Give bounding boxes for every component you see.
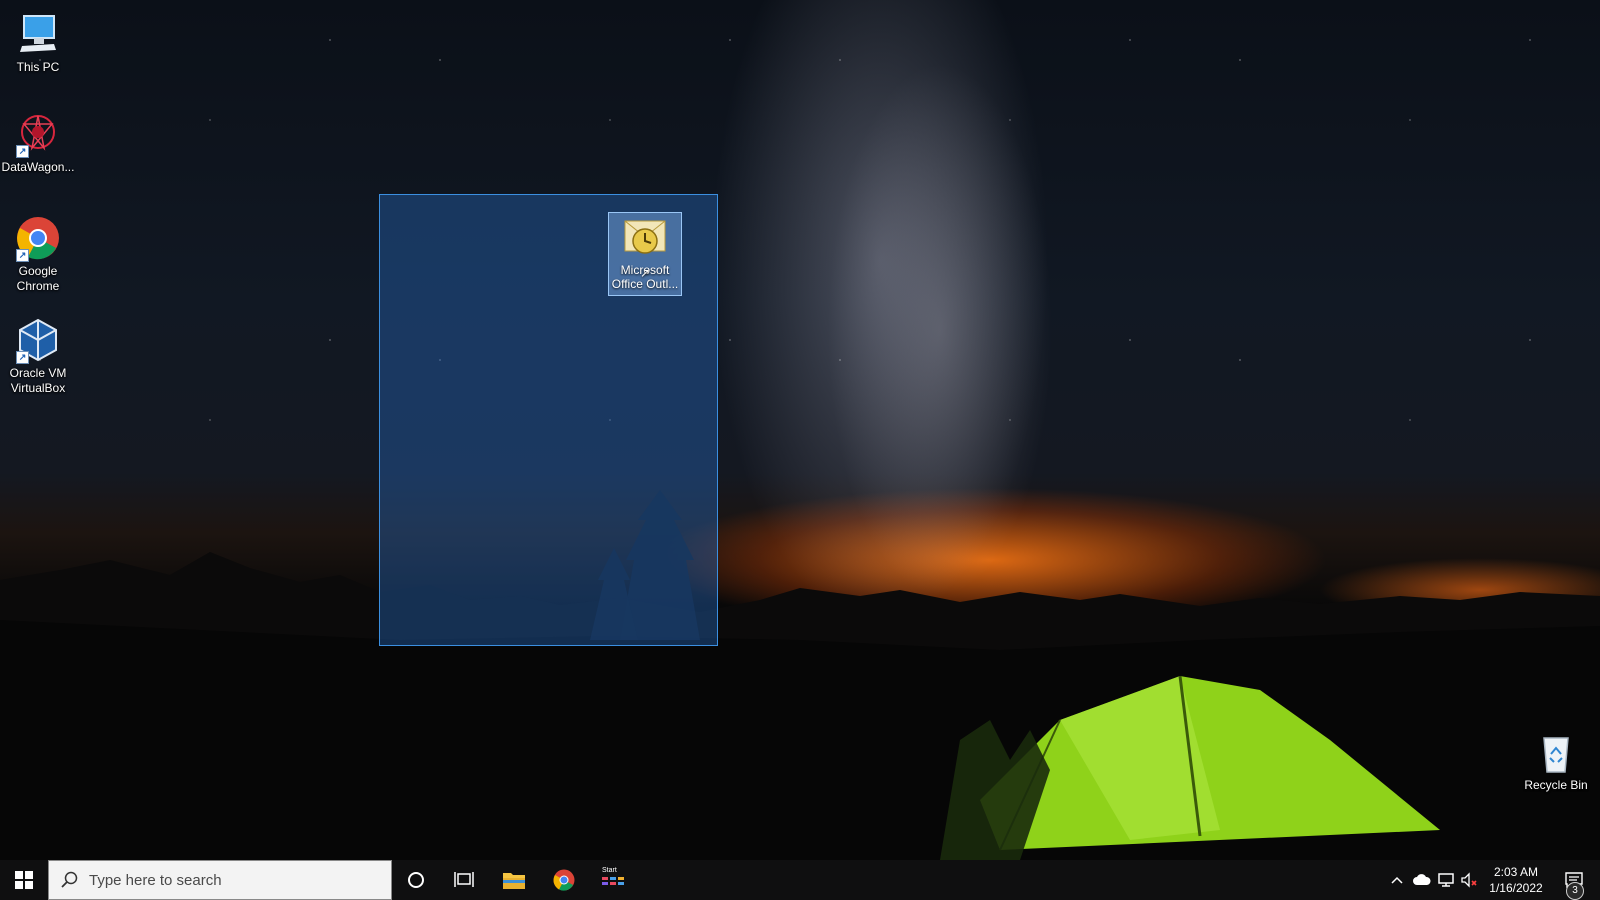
desktop-icon-recycle-bin[interactable]: Recycle Bin — [1518, 728, 1594, 793]
desktop-icon-google-chrome[interactable]: ↗ Google Chrome — [0, 214, 76, 294]
desktop-icon-label: Recycle Bin — [1524, 778, 1588, 792]
file-explorer-icon — [503, 873, 525, 889]
start-app-icon: Start — [602, 867, 626, 891]
virtualbox-icon: ↗ — [14, 316, 62, 364]
notification-count-badge: 3 — [1566, 882, 1584, 900]
shortcut-arrow-icon: ↗ — [16, 145, 29, 158]
datawagon-logo-icon: ↗ — [14, 110, 62, 158]
cortana-button[interactable] — [392, 860, 440, 900]
outlook-icon: ↗ — [621, 215, 669, 280]
recycle-bin-icon — [1532, 728, 1580, 776]
onedrive-cloud-icon — [1413, 874, 1431, 885]
onedrive-tray-button[interactable] — [1410, 860, 1434, 900]
task-view-button[interactable] — [440, 860, 488, 900]
shortcut-arrow-icon: ↗ — [16, 351, 29, 364]
start-app-taskbar-button[interactable]: Start — [590, 860, 638, 900]
desktop-icon-outlook[interactable]: ↗ Microsoft Office Outl... — [608, 212, 682, 296]
desktop-icon-label: This PC — [16, 60, 60, 74]
clock-time: 2:03 AM — [1493, 865, 1539, 879]
network-tray-button[interactable] — [1434, 860, 1458, 900]
chevron-up-icon — [1391, 876, 1403, 884]
desktop-icon-virtualbox[interactable]: ↗ Oracle VM VirtualBox — [0, 316, 76, 396]
search-icon — [61, 871, 78, 888]
chrome-taskbar-button[interactable] — [540, 860, 588, 900]
cortana-icon — [408, 872, 424, 888]
landscape-silhouette — [0, 490, 1600, 860]
clock-date: 1/16/2022 — [1489, 881, 1543, 895]
desktop-icon-label: DataWagon... — [1, 160, 75, 174]
desktop-icon-label: Google Chrome — [16, 264, 60, 293]
network-icon — [1438, 873, 1454, 887]
start-button[interactable] — [0, 860, 48, 900]
monitor-icon — [14, 10, 62, 58]
desktop-icon-label: Oracle VM VirtualBox — [9, 366, 67, 395]
show-hidden-icons-button[interactable] — [1386, 860, 1408, 900]
task-view-icon — [454, 872, 474, 887]
taskbar-search-box[interactable]: Type here to search — [48, 860, 392, 900]
desktop-icon-datawagon[interactable]: ↗ DataWagon... — [0, 110, 76, 175]
chrome-icon — [553, 869, 575, 891]
taskbar-clock[interactable]: 2:03 AM 1/16/2022 — [1476, 864, 1556, 896]
start-icon — [15, 871, 33, 889]
file-explorer-button[interactable] — [490, 860, 538, 900]
desktop-icon-this-pc[interactable]: This PC — [0, 10, 76, 75]
chrome-icon: ↗ — [14, 214, 62, 262]
taskbar: Type here to search Start 2:03 AM 1/16/2… — [0, 860, 1600, 900]
search-placeholder: Type here to search — [89, 871, 222, 889]
shortcut-arrow-icon: ↗ — [16, 249, 29, 262]
desktop-background[interactable]: This PC ↗ DataWagon... ↗ Google Chrome ↗… — [0, 0, 1600, 860]
shortcut-arrow-icon: ↗ — [639, 266, 651, 280]
start-app-label: Start — [602, 867, 617, 874]
